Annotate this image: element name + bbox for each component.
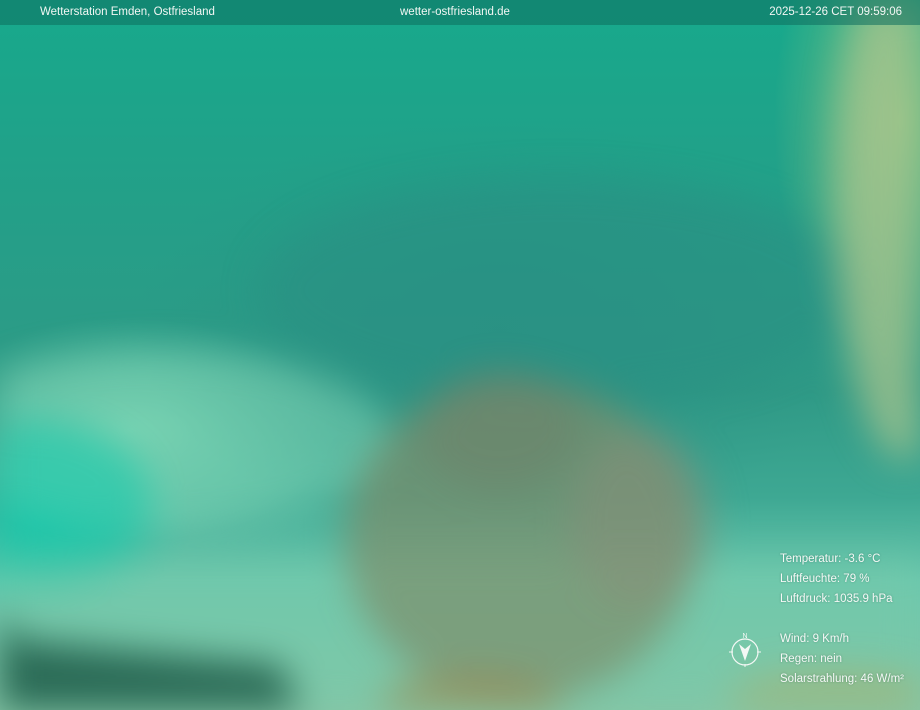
weather-readings: Temperatur: -3.6 °C Luftfeuchte: 79 % Lu… [780, 549, 904, 689]
solar-reading: Solarstrahlung: 46 W/m² [780, 673, 904, 685]
wind-reading: Wind: 9 Km/h [780, 633, 850, 645]
station-name: Wetterstation Emden, Ostfriesland [40, 6, 215, 18]
wind-direction-arrow [739, 644, 751, 661]
tree-top [420, 370, 580, 490]
temperature-reading: Temperatur: -3.6 °C [780, 553, 881, 565]
rain-reading: Regen: nein [780, 653, 843, 665]
compass-icon: N [729, 633, 761, 667]
cloud-band [260, 180, 860, 400]
website-url: wetter-ostfriesland.de [400, 6, 510, 18]
caption-bar: Wetterstation Emden, Ostfriesland wetter… [0, 0, 920, 25]
tree-right [570, 430, 710, 610]
capture-timestamp: 2025-12-26 CET 09:59:06 [769, 6, 902, 18]
lens-glow [835, 0, 920, 460]
webcam-image: Wetterstation Emden, Ostfriesland wetter… [0, 0, 920, 710]
readings-spacer [780, 609, 904, 629]
humidity-reading: Luftfeuchte: 79 % [780, 573, 870, 585]
pressure-reading: Luftdruck: 1035.9 hPa [780, 593, 893, 605]
